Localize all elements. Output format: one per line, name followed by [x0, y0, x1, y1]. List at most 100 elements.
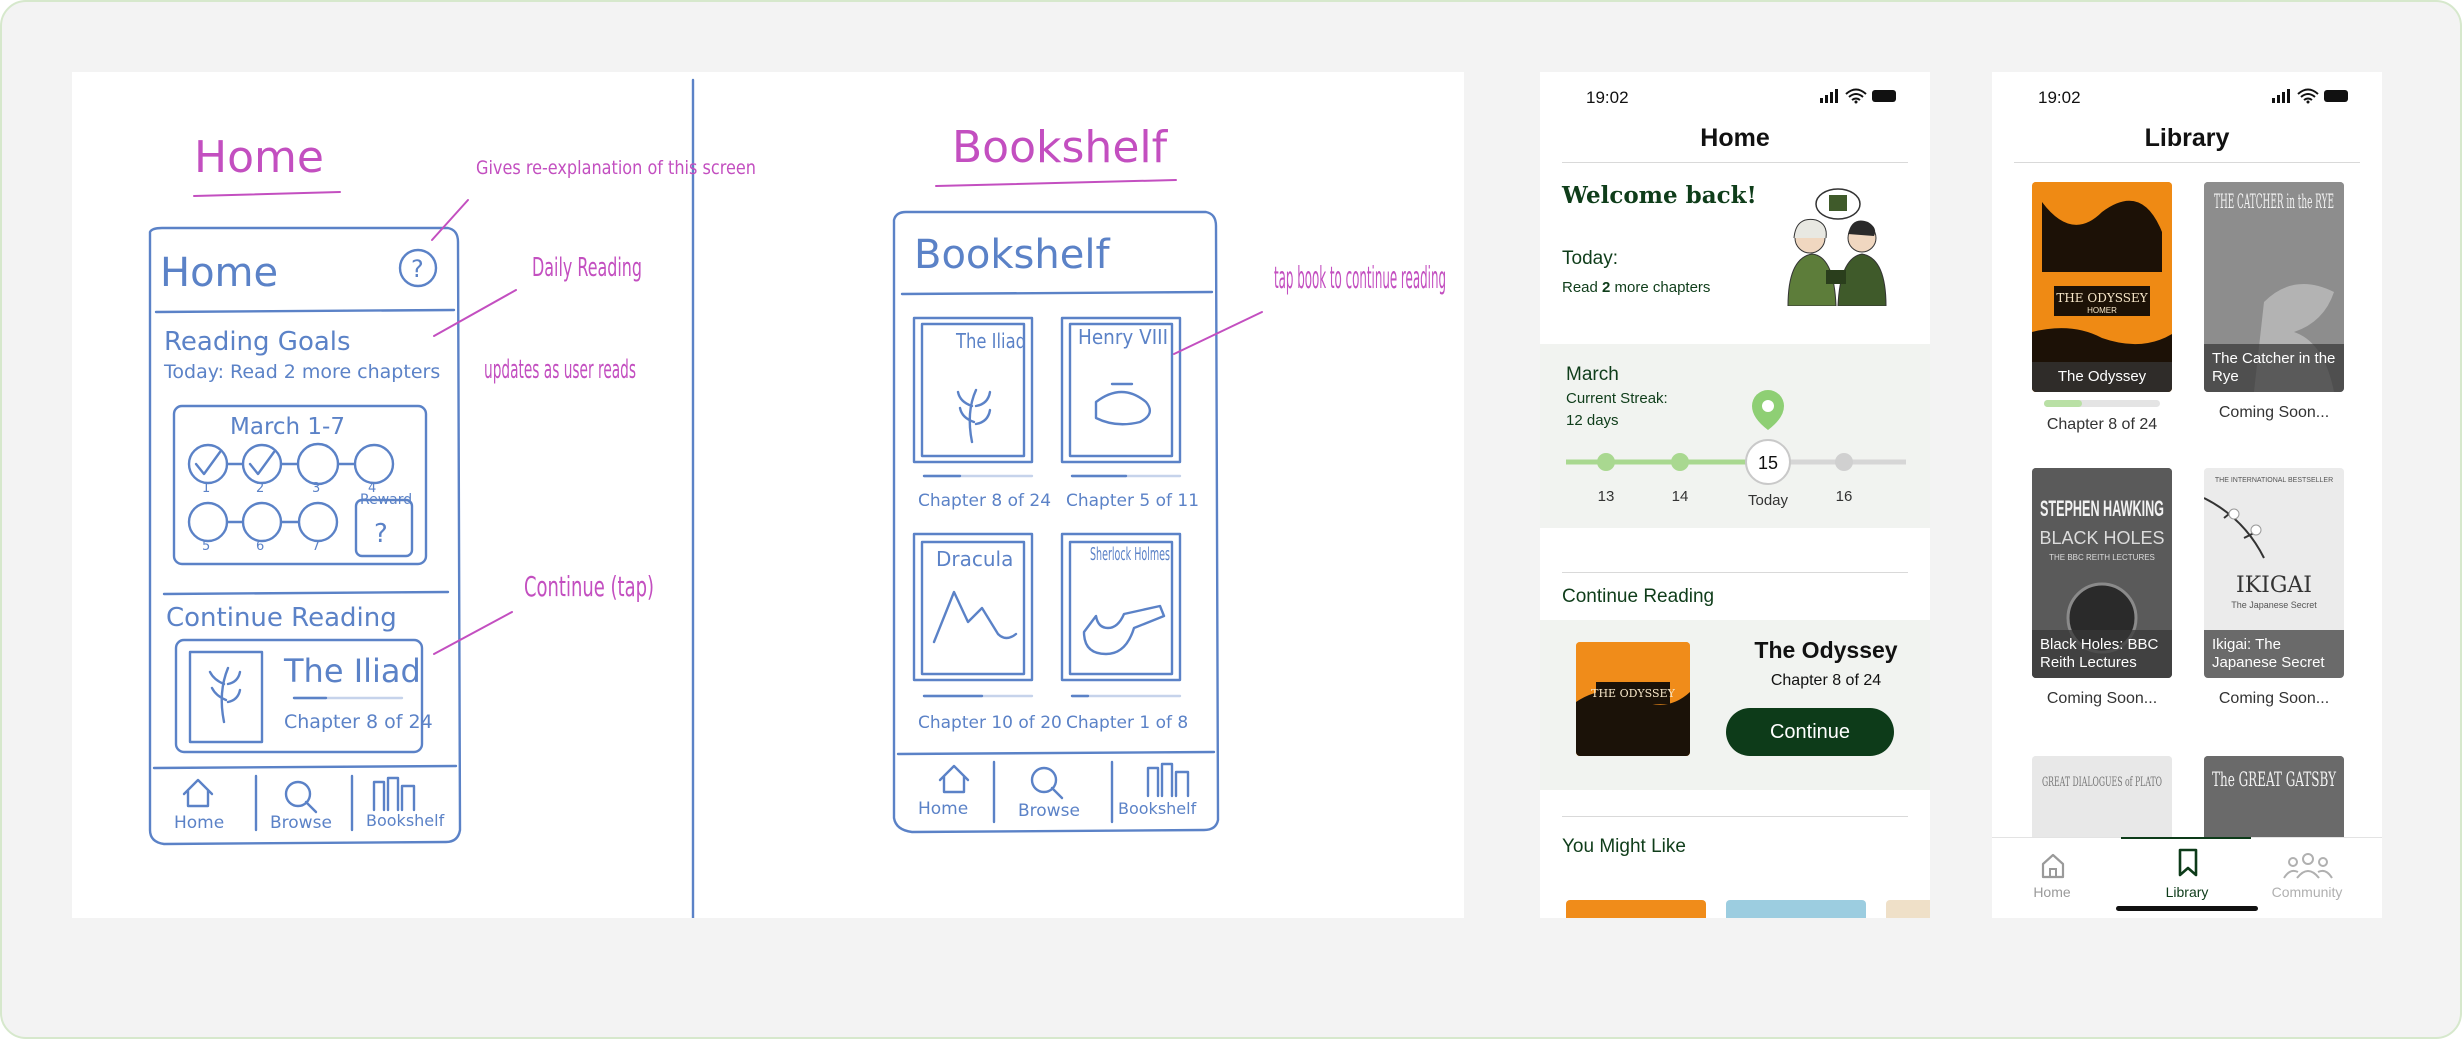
note-daily-reading: Daily Reading	[532, 253, 642, 283]
svg-text:Henry VIII: Henry VIII	[1078, 325, 1168, 349]
svg-text:Home: Home	[918, 799, 968, 819]
page-title: Home	[1700, 124, 1770, 152]
book-status: Chapter 8 of 24	[2046, 416, 2158, 433]
svg-text:5: 5	[202, 539, 210, 554]
book-odyssey[interactable]: THE ODYSSEY HOMER The Odyssey	[2032, 182, 2172, 392]
svg-text:HOMER: HOMER	[2087, 306, 2117, 315]
home-indicator	[2116, 906, 2258, 911]
continue-reading-heading: Continue Reading	[1562, 586, 1715, 607]
day-16: 16	[1835, 488, 1853, 505]
note-help-line1: Gives re-explanation of this screen	[476, 157, 756, 179]
day-13: 13	[1597, 488, 1615, 505]
book-caption: Black Holes: BBC Reith Lectures	[2032, 630, 2172, 678]
book-status: Coming Soon...	[2046, 690, 2158, 707]
current-book-chapter: Chapter 8 of 24	[1770, 672, 1882, 689]
svg-text:Chapter 8 of 24: Chapter 8 of 24	[284, 711, 433, 733]
welcome-heading: Welcome back!	[1562, 182, 1757, 209]
book-ikigai[interactable]: THE INTERNATIONAL BESTSELLER IKIGAI The Ja…	[2204, 468, 2344, 678]
svg-text:1: 1	[202, 481, 210, 496]
book-caption: The Odyssey	[2032, 362, 2172, 392]
home-icon	[2041, 853, 2065, 879]
day-14: 14	[1671, 488, 1689, 505]
suggestion-book-2[interactable]	[1726, 900, 1866, 918]
sketch-reading-goals: Reading Goals	[164, 327, 351, 357]
status-time: 19:02	[2038, 88, 2081, 107]
home-screen: 19:02 Home Welcome back! Today: Read 2 m…	[1540, 72, 1930, 918]
svg-text:BLACK HOLES: BLACK HOLES	[2039, 528, 2164, 548]
svg-text:Chapter 5 of 11: Chapter 5 of 11	[1066, 491, 1199, 511]
sketch-home-screen-title: Home	[160, 250, 278, 296]
book-black-holes[interactable]: STEPHEN HAWKING BLACK HOLES THE BBC REITH …	[2032, 468, 2172, 678]
svg-text:The Japanese Secret: The Japanese Secret	[2231, 600, 2317, 610]
library-screen: 19:02 Library THE ODYSSEY HOMER The Odyss…	[1992, 72, 2382, 918]
svg-text:Chapter 1 of 8: Chapter 1 of 8	[1066, 713, 1188, 733]
you-might-like-heading: You Might Like	[1562, 836, 1686, 857]
suggestion-book-3[interactable]	[1886, 900, 1930, 918]
svg-text:GREAT DIALOGUES of PLATO: GREAT DIALOGUES of PLATO	[2042, 775, 2162, 790]
readers-illustration	[1787, 188, 1887, 306]
book-status: Coming Soon...	[2218, 404, 2330, 421]
sketch-bookshelf-heading: Bookshelf	[952, 122, 1169, 173]
svg-text:Dracula: Dracula	[936, 547, 1013, 571]
book-status: Coming Soon...	[2218, 690, 2330, 707]
sketch-bookshelf-title: Bookshelf	[914, 232, 1110, 278]
community-icon	[2283, 853, 2333, 879]
book-plato[interactable]: GREAT DIALOGUES of PLATO	[2032, 756, 2172, 846]
svg-text:2: 2	[256, 481, 264, 496]
status-icons	[2272, 88, 2352, 109]
svg-text:THE BBC REITH LECTURES: THE BBC REITH LECTURES	[2049, 553, 2155, 562]
today-label: Today:	[1562, 248, 1618, 269]
bookmark-icon	[2178, 848, 2198, 877]
svg-text:Home: Home	[174, 813, 224, 833]
svg-text:The GREAT GATSBY: The GREAT GATSBY	[2212, 767, 2336, 791]
sketch-continue-reading: Continue Reading	[166, 603, 397, 633]
book-catcher-in-the-rye[interactable]: THE CATCHER in the RYE The Catcher in th…	[2204, 182, 2344, 392]
svg-text:THE INTERNATIONAL BESTSELLER: THE INTERNATIONAL BESTSELLER	[2215, 477, 2333, 484]
book-caption: Ikigai: The Japanese Secret	[2204, 630, 2344, 678]
svg-text:Sherlock Holmes: Sherlock Holmes	[1090, 544, 1170, 565]
status-bar: 19:02	[1540, 72, 1930, 122]
svg-text:Reward: Reward	[360, 492, 412, 508]
continue-button[interactable]: Continue	[1726, 708, 1894, 756]
svg-text:IKIGAI: IKIGAI	[2236, 573, 2312, 598]
svg-text:Browse: Browse	[1018, 801, 1080, 821]
odyssey-thumbnail[interactable]: THE ODYSSEY	[1576, 642, 1690, 756]
note-tap-book: tap book to continue reading	[1274, 261, 1446, 296]
odyssey-progress-fill	[2044, 400, 2083, 407]
svg-text:Chapter 8 of 24: Chapter 8 of 24	[918, 491, 1051, 511]
streak-track	[1566, 390, 1906, 485]
note-continue-tap: Continue (tap)	[524, 570, 654, 603]
svg-text:The Iliad: The Iliad	[955, 329, 1026, 353]
svg-text:?: ?	[374, 519, 388, 549]
svg-text:Browse: Browse	[270, 813, 332, 833]
svg-text:THE CATCHER in the RYE: THE CATCHER in the RYE	[2214, 189, 2334, 213]
svg-text:March 1-7: March 1-7	[230, 414, 345, 440]
status-time: 19:02	[1586, 88, 1629, 107]
sketch-home-heading: Home	[194, 132, 324, 183]
sketch-book-title: The Iliad	[283, 652, 421, 690]
status-icons	[1820, 88, 1900, 109]
today-day-label: Today	[1747, 492, 1789, 509]
current-book-title: The Odyssey	[1754, 637, 1898, 663]
today-goal: Read 2 more chapters	[1562, 279, 1711, 296]
page-title: Library	[2144, 124, 2230, 152]
book-caption: The Catcher in the Rye	[2204, 344, 2344, 392]
svg-text:3: 3	[312, 481, 320, 496]
svg-text:Bookshelf: Bookshelf	[1118, 799, 1197, 818]
status-bar: 19:02	[1992, 72, 2382, 122]
suggestion-book-1[interactable]	[1566, 900, 1706, 918]
svg-text:THE ODYSSEY: THE ODYSSEY	[2056, 291, 2148, 305]
svg-text:Bookshelf: Bookshelf	[366, 811, 445, 830]
svg-text:Chapter 10 of 20: Chapter 10 of 20	[918, 713, 1062, 733]
presentation-canvas: Home Home ? Reading Goals Today: Read 2 …	[0, 0, 2462, 1039]
svg-text:?: ?	[411, 255, 424, 283]
odyssey-progress-bar	[2044, 400, 2160, 407]
sketch-today-line: Today: Read 2 more chapters	[163, 361, 440, 383]
book-great-gatsby[interactable]: The GREAT GATSBY	[2204, 756, 2344, 846]
svg-text:STEPHEN HAWKING: STEPHEN HAWKING	[2040, 496, 2164, 521]
wireframe-sketch-panel: Home Home ? Reading Goals Today: Read 2 …	[72, 72, 1464, 920]
svg-text:6: 6	[256, 539, 264, 554]
note-updates: updates as user reads	[484, 355, 636, 385]
svg-text:THE ODYSSEY: THE ODYSSEY	[1591, 687, 1675, 700]
day-15-today[interactable]: 15	[1738, 453, 1798, 474]
